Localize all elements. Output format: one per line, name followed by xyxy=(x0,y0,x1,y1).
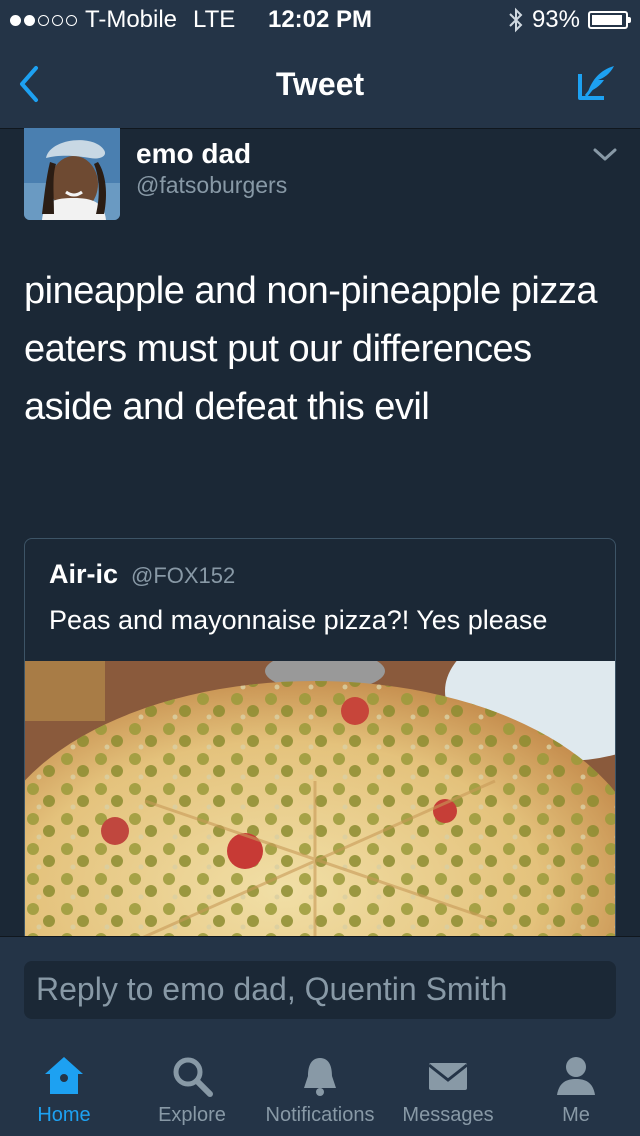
tab-bar: Home Explore Notifications Messages Me xyxy=(0,1040,640,1136)
tab-messages-label: Messages xyxy=(402,1104,494,1126)
quoted-author-handle: @FOX152 xyxy=(131,563,236,588)
battery-icon xyxy=(588,11,631,29)
author-avatar[interactable] xyxy=(24,128,120,220)
compose-icon[interactable] xyxy=(574,62,618,106)
tab-me[interactable]: Me xyxy=(512,1040,640,1136)
tab-home-label: Home xyxy=(37,1104,91,1126)
author-handle[interactable]: @fatsoburgers xyxy=(136,172,287,199)
reply-bar: Reply to emo dad, Quentin Smith xyxy=(0,936,640,1041)
battery-percent: 93% xyxy=(531,6,580,33)
search-icon xyxy=(173,1057,213,1097)
person-icon xyxy=(557,1057,595,1095)
bell-icon xyxy=(304,1058,336,1096)
status-bar: T-Mobile LTE 12:02 PM 93% xyxy=(0,0,640,40)
quoted-tweet-text: Peas and mayonnaise pizza?! Yes please xyxy=(49,605,548,635)
status-right: 93% xyxy=(508,6,631,34)
tab-home[interactable]: Home xyxy=(0,1040,128,1136)
tab-notifications-label: Notifications xyxy=(265,1104,375,1126)
envelope-icon xyxy=(428,1063,468,1090)
avatar-image xyxy=(24,128,120,220)
tab-me-label: Me xyxy=(562,1104,590,1126)
tab-explore[interactable]: Explore xyxy=(128,1040,256,1136)
tab-messages[interactable]: Messages xyxy=(384,1040,512,1136)
tweet-text: pineapple and non-pineapple pizza eaters… xyxy=(24,270,597,428)
navigation-bar: Tweet xyxy=(0,40,640,129)
reply-input[interactable]: Reply to emo dad, Quentin Smith xyxy=(24,961,616,1019)
chevron-down-icon[interactable] xyxy=(592,146,618,164)
page-title: Tweet xyxy=(275,66,365,102)
bluetooth-icon xyxy=(509,7,523,33)
quoted-tweet-card[interactable]: Air-ic @FOX152 Peas and mayonnaise pizza… xyxy=(24,538,616,998)
tab-explore-label: Explore xyxy=(158,1104,226,1126)
author-name[interactable]: emo dad xyxy=(136,138,251,170)
quoted-author-name: Air-ic xyxy=(49,559,119,589)
tab-notifications[interactable]: Notifications xyxy=(256,1040,384,1136)
home-icon xyxy=(45,1057,83,1094)
